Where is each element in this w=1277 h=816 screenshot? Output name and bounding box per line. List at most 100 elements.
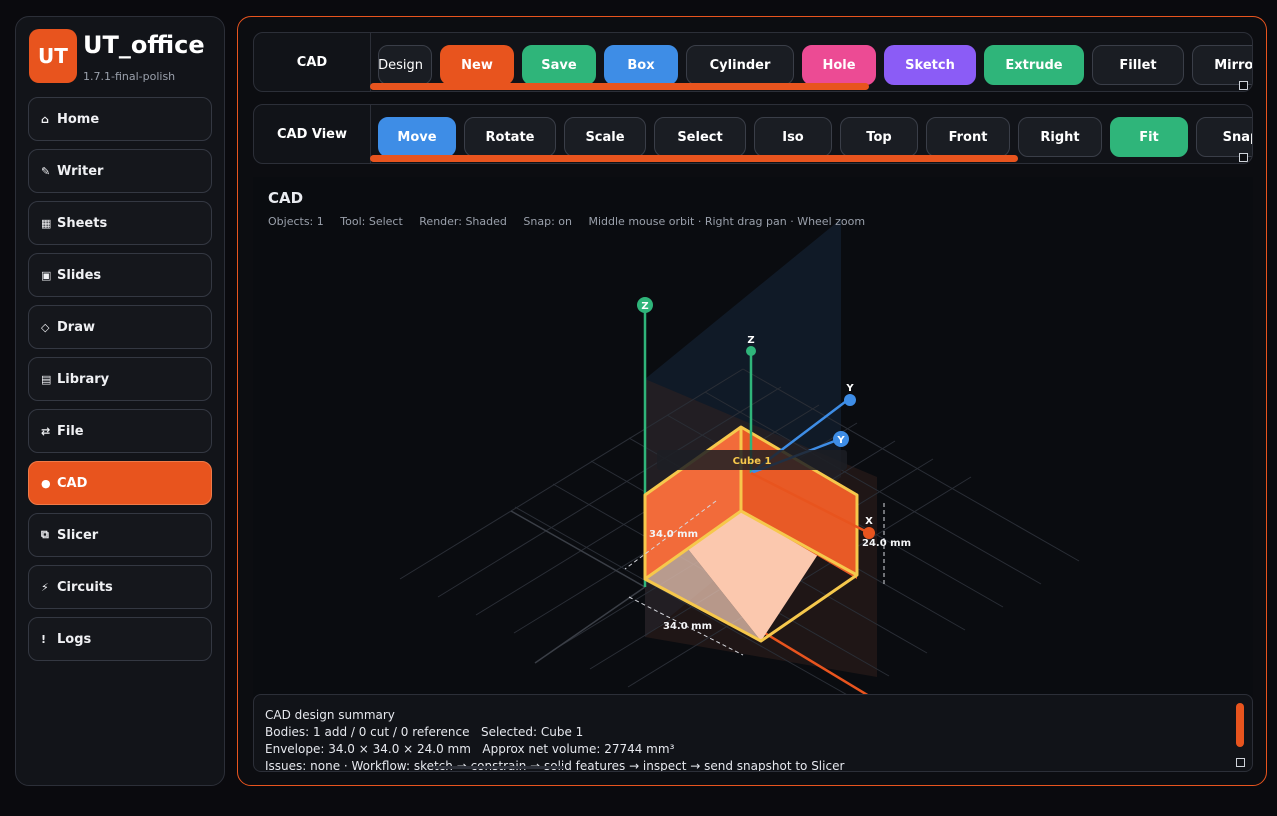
canvas-title: CAD: [268, 189, 304, 207]
app-logo: UT: [29, 29, 77, 83]
toolbar-cad-sketch-button[interactable]: Sketch: [884, 45, 976, 85]
neg-y-axis: [534, 586, 646, 664]
main-panel: CAD Design New Save Box Cylinder Hole Sketch Ex…: [237, 16, 1267, 786]
cad-view-toolbar-label: CAD View: [254, 105, 371, 163]
sidebar: UT UT_office 1.7.1-final-polish ⌂ Home ✎ Wr…: [15, 16, 225, 786]
swap-icon: ⇄: [41, 424, 51, 438]
sidebar-item-slicer[interactable]: ⧉ Slicer: [28, 513, 212, 557]
toolbar-view-front-button[interactable]: Front: [926, 117, 1010, 157]
sidebar-item-label: Sheets: [57, 215, 108, 231]
gizmo-y-handle[interactable]: [844, 394, 856, 406]
toolbar-view-right-button[interactable]: Right: [1018, 117, 1102, 157]
cad-view-toolbar-scrollbar[interactable]: [370, 155, 1246, 163]
y-axis-label: Y: [836, 435, 845, 446]
toolbar-cad-save-button[interactable]: Save: [522, 45, 596, 85]
gizmo-x-label: X: [865, 516, 873, 527]
object-label[interactable]: Cube 1: [733, 456, 772, 467]
summary-title: CAD design summary: [265, 708, 395, 722]
status-tool: Tool: Select: [340, 215, 403, 228]
width-dim-label: 34.0 mm: [649, 529, 698, 540]
sidebar-item-writer[interactable]: ✎ Writer: [28, 149, 212, 193]
toolbar-cad-mirror-button[interactable]: Mirror: [1192, 45, 1252, 85]
cad-toolbar-scroll-thumb[interactable]: [370, 83, 869, 90]
summary-resize-corner: [1236, 758, 1245, 767]
app-version: 1.7.1-final-polish: [83, 70, 176, 83]
toolbar-cad-new-button[interactable]: New: [440, 45, 514, 85]
sidebar-item-label: Logs: [57, 631, 92, 647]
toolbar-view-scale-button[interactable]: Scale: [564, 117, 646, 157]
lightning-icon: ⚡: [41, 580, 49, 594]
alert-icon: !: [41, 632, 47, 646]
cad-toolbar: CAD Design New Save Box Cylinder Hole Sketch Ex…: [253, 32, 1253, 92]
z-axis-label: Z: [641, 301, 648, 312]
grid-icon: ▦: [41, 216, 52, 230]
sidebar-item-label: File: [57, 423, 84, 439]
toolbar-view-move-button[interactable]: Move: [378, 117, 456, 157]
cad-viewport[interactable]: Z Y X Z Y X 34.0 mm 34.0 mm 24.0 mm Cube…: [253, 177, 1253, 697]
toolbar-view-top-button[interactable]: Top: [840, 117, 918, 157]
toolbar-view-select-button[interactable]: Select: [654, 117, 746, 157]
status-render: Render: Shaded: [419, 215, 507, 228]
toolbar-cad-extrude-button[interactable]: Extrude: [984, 45, 1084, 85]
sidebar-item-logs[interactable]: ! Logs: [28, 617, 212, 661]
toolbar-view-fit-button[interactable]: Fit: [1110, 117, 1188, 157]
sidebar-item-label: Circuits: [57, 579, 113, 595]
cad-toolbar-scrollbar[interactable]: [370, 83, 1246, 91]
sidebar-item-library[interactable]: ▤ Library: [28, 357, 212, 401]
sidebar-item-label: Draw: [57, 319, 95, 335]
toolbar-cad-cylinder-button[interactable]: Cylinder: [686, 45, 794, 85]
toolbar-cad-box-button[interactable]: Box: [604, 45, 678, 85]
cad-view-toolbar: CAD View Move Rotate Scale Select Iso Top Fron…: [253, 104, 1253, 164]
summary-envelope: Envelope: 34.0 × 34.0 × 24.0 mm: [265, 742, 471, 756]
sidebar-item-label: Library: [57, 371, 110, 387]
depth-dim-label: 34.0 mm: [663, 621, 712, 632]
sidebar-item-circuits[interactable]: ⚡ Circuits: [28, 565, 212, 609]
toolbar-cad-hole-button[interactable]: Hole: [802, 45, 876, 85]
summary-horizontal-scrollbar[interactable]: [432, 766, 564, 769]
summary-selected: Selected: Cube 1: [480, 725, 584, 739]
design-summary-panel[interactable]: CAD design summary Bodies: 1 add / 0 cut…: [253, 694, 1253, 772]
canvas-status-bar: Objects: 1 Tool: Select Render: Shaded S…: [268, 215, 878, 228]
slides-icon: ▣: [41, 268, 52, 282]
home-icon: ⌂: [41, 112, 49, 126]
diamond-icon: ◇: [41, 320, 50, 334]
sidebar-item-label: Slicer: [57, 527, 99, 543]
sidebar-nav: ⌂ Home ✎ Writer ▦ Sheets ▣ Slides ◇ Draw ▤ Library ⇄…: [28, 97, 212, 669]
summary-volume: Approx net volume: 27744 mm³: [482, 742, 675, 756]
height-dim-label: 24.0 mm: [862, 538, 911, 549]
sidebar-item-draw[interactable]: ◇ Draw: [28, 305, 212, 349]
neg-x-axis: [510, 510, 646, 588]
sidebar-item-file[interactable]: ⇄ File: [28, 409, 212, 453]
gizmo-y-label: Y: [845, 383, 854, 394]
cad-toolbar-corner: [1239, 81, 1248, 90]
pencil-icon: ✎: [41, 164, 51, 178]
cad-view-toolbar-scroll-thumb[interactable]: [370, 155, 1018, 162]
summary-issues: Issues: none · Workflow: sketch → constr…: [265, 759, 845, 772]
gizmo-z-label: Z: [747, 335, 754, 346]
library-icon: ▤: [41, 372, 52, 386]
toolbar-cad-fillet-button[interactable]: Fillet: [1092, 45, 1184, 85]
summary-scrollbar[interactable]: [1236, 703, 1244, 747]
sidebar-item-home[interactable]: ⌂ Home: [28, 97, 212, 141]
summary-bodies: Bodies: 1 add / 0 cut / 0 reference: [265, 725, 470, 739]
status-objects: Objects: 1: [268, 215, 324, 228]
cad-view-toolbar-corner: [1239, 153, 1248, 162]
sidebar-item-slides[interactable]: ▣ Slides: [28, 253, 212, 297]
toolbar-cad-design-button[interactable]: Design: [378, 45, 432, 85]
cad-toolbar-label: CAD: [254, 33, 371, 91]
sidebar-item-label: Slides: [57, 267, 102, 283]
sidebar-item-sheets[interactable]: ▦ Sheets: [28, 201, 212, 245]
sidebar-item-label: Writer: [57, 163, 104, 179]
cad-view-toolbar-buttons: Move Rotate Scale Select Iso Top Front Right Fit…: [378, 117, 1252, 157]
sidebar-item-label: CAD: [57, 475, 88, 491]
cad-toolbar-buttons: Design New Save Box Cylinder Hole Sketch Extrud…: [378, 45, 1252, 85]
layers-icon: ⧉: [41, 528, 49, 541]
toolbar-view-snap-button[interactable]: Snap: [1196, 117, 1252, 157]
toolbar-view-iso-button[interactable]: Iso: [754, 117, 832, 157]
gizmo-z-handle[interactable]: [746, 346, 756, 356]
cad-scene[interactable]: Z Y X Z Y X 34.0 mm 34.0 mm 24.0 mm Cube…: [253, 177, 1253, 697]
status-snap: Snap: on: [523, 215, 572, 228]
sidebar-item-cad[interactable]: ● CAD: [28, 461, 212, 505]
app-title: UT_office: [83, 31, 205, 59]
toolbar-view-rotate-button[interactable]: Rotate: [464, 117, 556, 157]
